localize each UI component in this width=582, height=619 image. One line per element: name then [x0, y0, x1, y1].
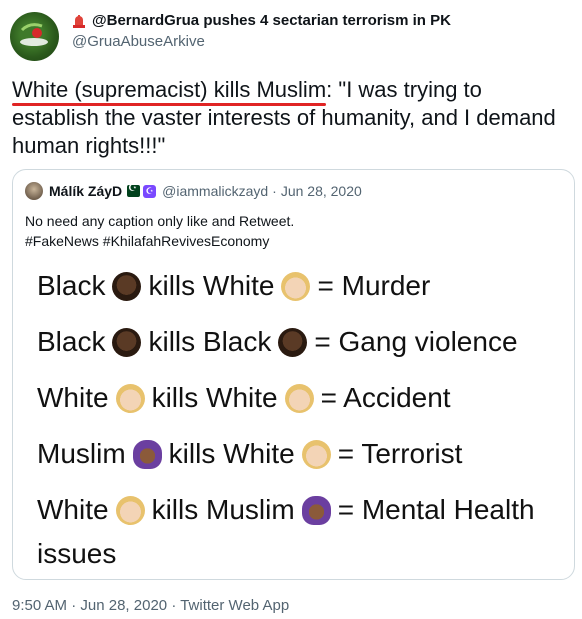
tweet-underlined-phrase: White (supremacist) kills Muslim	[12, 77, 327, 106]
meme-word: kills Black	[148, 326, 272, 357]
meme-line: White kills Muslim = Mental Health	[37, 494, 535, 526]
quoted-text-line1: No need any caption only like and Retwee…	[25, 213, 295, 229]
meme-line: White kills White = Accident	[37, 382, 451, 414]
meme-result: = Gang violence	[314, 326, 518, 357]
quoted-header: Málík ZáyD ☪ @iammalickzayd · Jun 28, 20…	[25, 182, 362, 200]
meme-result: = Mental Health	[337, 494, 535, 525]
meme-line: issues	[37, 538, 116, 570]
white-man-emoji	[284, 383, 314, 413]
quoted-name[interactable]: Málík ZáyD	[49, 183, 122, 199]
white-man-emoji	[115, 383, 145, 413]
pakistan-flag-icon	[127, 183, 141, 197]
quoted-date[interactable]: Jun 28, 2020	[281, 183, 362, 199]
meme-result: = Murder	[317, 270, 431, 301]
white-man-emoji	[281, 271, 311, 301]
white-man-emoji	[115, 495, 145, 525]
dot-separator: ·	[71, 597, 77, 614]
meme-word: kills Muslim	[151, 494, 295, 525]
black-man-emoji	[112, 271, 142, 301]
hijab-woman-emoji	[301, 495, 331, 525]
meme-word: White	[37, 494, 109, 525]
meme-result: = Terrorist	[337, 438, 463, 469]
meme-word: kills White	[148, 270, 275, 301]
author-avatar[interactable]	[10, 12, 59, 61]
author-name-row[interactable]: @BernardGrua pushes 4 sectarian terroris…	[72, 12, 451, 29]
quoted-handle[interactable]: @iammalickzayd	[162, 183, 268, 199]
meme-line: Muslim kills White = Terrorist	[37, 438, 462, 470]
white-man-emoji	[301, 439, 331, 469]
meme-result: = Accident	[320, 382, 451, 413]
dot-separator: ·	[272, 183, 277, 199]
tweet-time[interactable]: 9:50 AM	[12, 597, 67, 614]
dot-separator: ·	[171, 597, 177, 614]
meme-word: kills White	[168, 438, 295, 469]
meme-image[interactable]: Black kills White = Murder Black kills B…	[13, 258, 574, 576]
meme-word: kills White	[151, 382, 278, 413]
quoted-text: No need any caption only like and Retwee…	[25, 211, 294, 251]
author-handle[interactable]: @GruaAbuseArkive	[72, 33, 205, 50]
black-man-emoji	[112, 327, 142, 357]
quoted-tweet[interactable]: Málík ZáyD ☪ @iammalickzayd · Jun 28, 20…	[12, 169, 575, 580]
black-man-emoji	[278, 327, 308, 357]
meme-word: Black	[37, 270, 106, 301]
siren-icon	[73, 14, 85, 28]
author-display-name[interactable]: @BernardGrua pushes 4 sectarian terroris…	[92, 12, 451, 29]
meme-word: Muslim	[37, 438, 126, 469]
quoted-hashtags[interactable]: #FakeNews #KhilafahRevivesEconomy	[25, 231, 294, 251]
meme-word: Black	[37, 326, 106, 357]
crescent-badge-icon: ☪	[143, 184, 157, 198]
meme-line: Black kills White = Murder	[37, 270, 430, 302]
tweet-source[interactable]: Twitter Web App	[180, 597, 289, 614]
meme-word: issues	[37, 538, 117, 569]
tweet-text: White (supremacist) kills Muslim: "I was…	[12, 76, 572, 160]
tweet-date[interactable]: Jun 28, 2020	[80, 597, 167, 614]
meme-line: Black kills Black = Gang violence	[37, 326, 518, 358]
hijab-woman-emoji	[132, 439, 162, 469]
tweet-metadata: 9:50 AM · Jun 28, 2020 · Twitter Web App	[12, 597, 289, 614]
quoted-avatar[interactable]	[25, 182, 43, 200]
meme-word: White	[37, 382, 109, 413]
